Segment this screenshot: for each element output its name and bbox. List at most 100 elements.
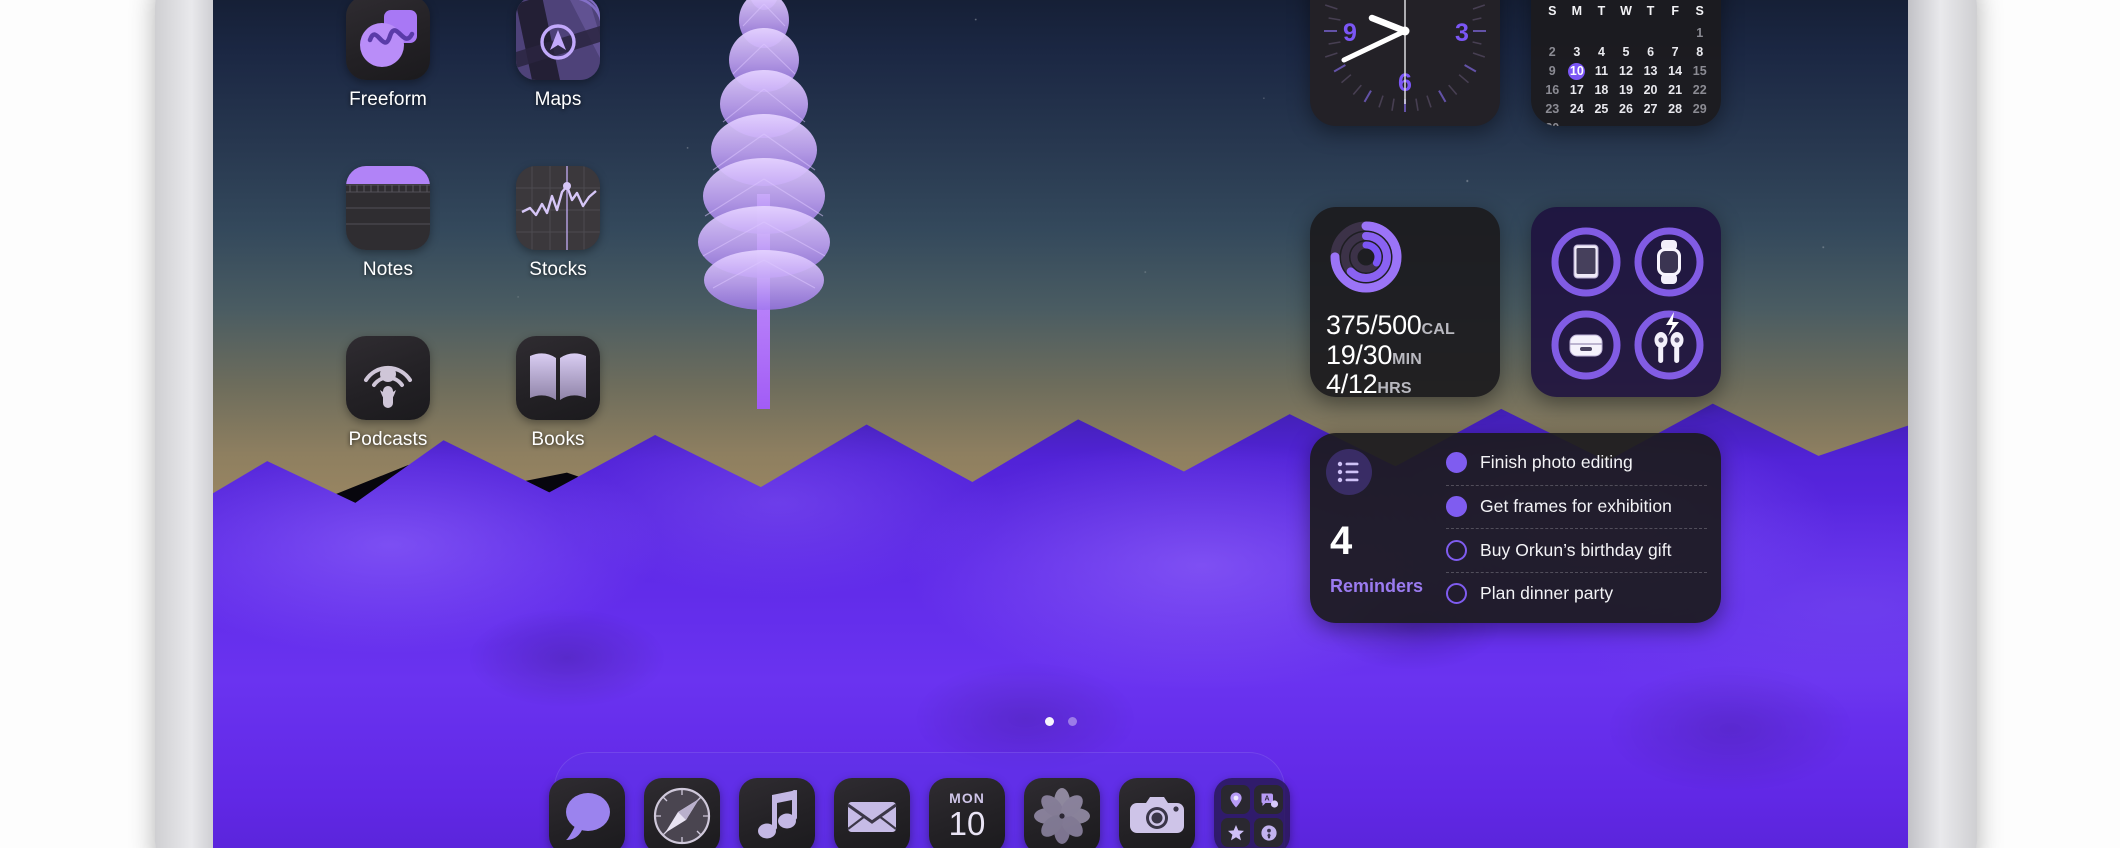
calendar-day: 15 — [1692, 64, 1707, 78]
app-podcasts[interactable]: Podcasts — [303, 336, 473, 451]
reminders-list-icon — [1326, 449, 1372, 495]
reminder-checkbox[interactable] — [1446, 583, 1467, 605]
reminder-item[interactable]: Get frames for exhibition — [1446, 484, 1707, 529]
widget-fitness[interactable]: 375/500CAL 19/30MIN 4/12HRS — [1310, 207, 1500, 397]
reminder-text: Buy Orkun’s birthday gift — [1480, 539, 1672, 560]
mail-icon — [847, 802, 897, 832]
reminders-list: Finish photo editing Get frames for exhib… — [1446, 441, 1707, 615]
calendar-weekday-header: M — [1571, 4, 1583, 18]
reminder-checkbox[interactable] — [1446, 452, 1467, 474]
calendar-day: 28 — [1668, 102, 1683, 116]
calendar-day: 3 — [1573, 45, 1581, 59]
battery-watch[interactable] — [1630, 223, 1708, 301]
airpods-case-icon — [1569, 334, 1603, 357]
dock-item-mail[interactable] — [834, 778, 910, 848]
books-icon — [516, 336, 600, 420]
podcast-circle-icon — [1254, 818, 1283, 847]
podcasts-icon — [346, 336, 430, 420]
page-dot-1[interactable] — [1044, 717, 1054, 726]
calendar-day: 5 — [1622, 45, 1630, 59]
fitness-exercise-line: 19/30MIN — [1326, 340, 1455, 371]
dock-item-camera[interactable] — [1119, 778, 1195, 848]
battery-ipad[interactable] — [1547, 223, 1625, 301]
app-label: Notes — [362, 259, 414, 280]
dock-item-safari[interactable] — [644, 778, 720, 848]
app-maps[interactable]: Maps — [473, 0, 643, 111]
fitness-move-line: 375/500CAL — [1326, 310, 1455, 341]
calendar-weekday-header: T — [1597, 4, 1606, 18]
calendar-day-empty: . — [1638, 25, 1663, 41]
calendar-day: 23 — [1545, 102, 1560, 116]
reminder-checkbox[interactable] — [1446, 539, 1467, 561]
clock-hour-hand — [1368, 14, 1409, 35]
dock-item-messages[interactable] — [549, 778, 625, 848]
app-notes[interactable]: Notes — [303, 166, 473, 281]
widget-batteries[interactable] — [1531, 207, 1721, 397]
calendar-day-empty: . — [1614, 25, 1639, 41]
maps-icon — [516, 0, 600, 80]
fitness-stand-line: 4/12HRS — [1326, 370, 1455, 397]
calendar-day: 26 — [1619, 102, 1633, 116]
dock-item-calendar[interactable]: MON 10 — [929, 778, 1005, 848]
calendar-weekday: MON — [949, 789, 985, 806]
reminder-checkbox[interactable] — [1446, 496, 1467, 518]
calendar-day-empty: . — [1589, 25, 1614, 41]
dock-item-music[interactable] — [739, 778, 815, 848]
dock-item-folder[interactable]: A — [1214, 778, 1290, 848]
app-freeform[interactable]: Freeform — [303, 0, 473, 111]
freeform-icon — [346, 0, 430, 80]
stocks-icon — [516, 166, 600, 250]
calendar-day: 7 — [1671, 45, 1679, 59]
airpods-icon — [1654, 332, 1684, 363]
calendar-day-empty: . — [1565, 25, 1590, 41]
calendar-day: 22 — [1692, 83, 1707, 97]
calendar-day: 6 — [1647, 45, 1655, 59]
widget-calendar[interactable]: JUNE SMTWTFS......1234567891011121314151… — [1531, 0, 1721, 126]
fitness-move-unit: CAL — [1421, 321, 1455, 338]
ipad-screen-bezel: Freeform Maps Notes Stocks Podcasts Book… — [213, 0, 1908, 848]
app-label: Maps — [534, 89, 582, 110]
translate-icon: A — [1254, 785, 1283, 814]
activity-rings — [1330, 221, 1402, 293]
messages-icon — [566, 793, 610, 840]
reminder-item[interactable]: Finish photo editing — [1446, 441, 1707, 485]
calendar-day: 9 — [1548, 64, 1556, 78]
calendar-day: 24 — [1569, 102, 1584, 116]
calendar-day: 12 — [1619, 64, 1633, 78]
calendar-day: 19 — [1619, 83, 1633, 97]
calendar-day: 27 — [1643, 102, 1658, 116]
app-books[interactable]: Books — [473, 336, 643, 451]
widget-clock[interactable]: 12 3 6 9 — [1310, 0, 1500, 126]
battery-airpods[interactable] — [1630, 306, 1708, 384]
widget-reminders[interactable]: 4 Reminders Finish photo editing Get fram… — [1310, 433, 1721, 623]
calendar-day: 21 — [1668, 83, 1683, 97]
calendar-day: 13 — [1643, 64, 1658, 78]
photos-icon — [1034, 788, 1090, 844]
calendar-day: 25 — [1594, 102, 1609, 116]
page-indicator-dots[interactable] — [213, 717, 1908, 726]
calendar-day: 8 — [1696, 45, 1704, 59]
calendar-day: 2 — [1548, 45, 1556, 59]
dock: MON 10 A — [549, 752, 1290, 848]
calendar-day: 1 — [1696, 26, 1704, 40]
apple-watch-icon — [1657, 240, 1681, 284]
shortcuts-star-icon — [1221, 818, 1250, 847]
calendar-day: 17 — [1569, 83, 1584, 97]
calendar-grid: SMTWTFS......123456789101112131415161718… — [1531, 4, 1721, 126]
reminder-item[interactable]: Plan dinner party — [1446, 571, 1707, 616]
calendar-day: 16 — [1545, 83, 1560, 97]
calendar-day: 14 — [1668, 64, 1683, 78]
calendar-weekday-header: F — [1671, 4, 1679, 18]
page-dot-2[interactable] — [1067, 717, 1077, 726]
app-stocks[interactable]: Stocks — [473, 166, 643, 281]
dock-item-photos[interactable] — [1024, 778, 1100, 848]
calendar-day-empty: . — [1663, 25, 1688, 41]
clock-numeral-9: 9 — [1343, 19, 1357, 47]
app-label: Podcasts — [348, 429, 428, 450]
home-screen: Freeform Maps Notes Stocks Podcasts Book… — [213, 0, 1908, 848]
screenshot-stage: Freeform Maps Notes Stocks Podcasts Book… — [0, 0, 2120, 848]
battery-airpods-case[interactable] — [1547, 306, 1625, 384]
calendar-day: 4 — [1597, 45, 1605, 59]
reminder-item[interactable]: Buy Orkun’s birthday gift — [1446, 528, 1707, 572]
find-my-icon — [1221, 785, 1250, 814]
